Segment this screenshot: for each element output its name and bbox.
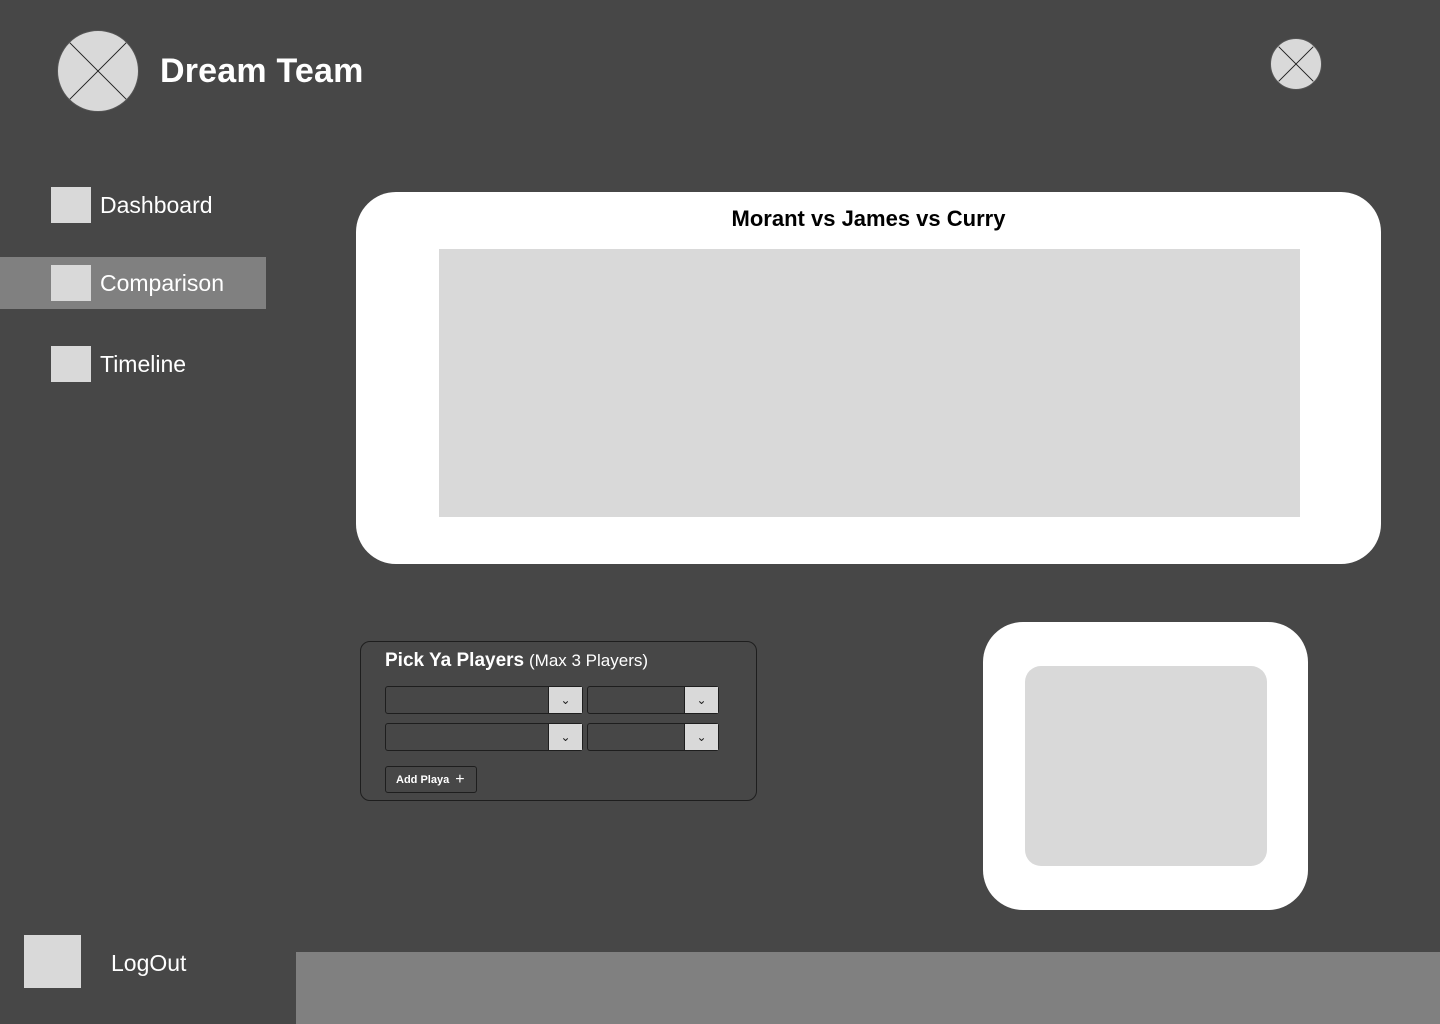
player-select-3[interactable]: ⌄	[385, 723, 583, 751]
picker-title: Pick Ya Players	[385, 650, 525, 671]
picker-subtitle: (Max 3 Players)	[529, 651, 649, 670]
chevron-down-icon[interactable]: ⌄	[548, 724, 582, 750]
logo-image	[57, 30, 139, 112]
sidebar-item-label: Comparison	[100, 269, 224, 296]
player-select-2[interactable]: ⌄	[587, 686, 719, 714]
player-picker-panel: Pick Ya Players (Max 3 Players) ⌄ ⌄ ⌄ ⌄ …	[360, 641, 757, 801]
sidebar-item-dashboard[interactable]: Dashboard	[0, 179, 266, 231]
image-placeholder-icon	[1278, 46, 1314, 82]
plus-icon: +	[455, 770, 465, 788]
chart-placeholder	[439, 249, 1300, 517]
chevron-down-icon[interactable]: ⌄	[684, 687, 718, 713]
timeline-icon	[51, 346, 91, 382]
comparison-chart-card: Morant vs James vs Curry	[356, 192, 1381, 564]
player-card-placeholder	[1025, 666, 1267, 866]
sidebar-item-comparison[interactable]: Comparison	[0, 257, 266, 309]
player-select-1[interactable]: ⌄	[385, 686, 583, 714]
chart-title: Morant vs James vs Curry	[731, 206, 1006, 231]
player-select-4[interactable]: ⌄	[587, 723, 719, 751]
dashboard-icon	[51, 187, 91, 223]
sidebar-item-label: Dashboard	[100, 191, 213, 218]
avatar[interactable]	[1270, 38, 1322, 90]
player-card	[983, 622, 1308, 910]
image-placeholder-icon	[69, 42, 127, 100]
logout-icon[interactable]	[24, 935, 81, 988]
logout-button[interactable]: LogOut	[111, 950, 186, 977]
add-player-button[interactable]: Add Playa +	[385, 766, 477, 793]
chevron-down-icon[interactable]: ⌄	[548, 687, 582, 713]
chevron-down-icon[interactable]: ⌄	[684, 724, 718, 750]
comparison-icon	[51, 265, 91, 301]
sidebar-item-timeline[interactable]: Timeline	[0, 338, 266, 390]
footer-bar	[296, 952, 1440, 1024]
app-title: Dream Team	[160, 52, 364, 90]
sidebar-item-label: Timeline	[100, 350, 187, 377]
add-player-label: Add Playa	[396, 773, 450, 786]
